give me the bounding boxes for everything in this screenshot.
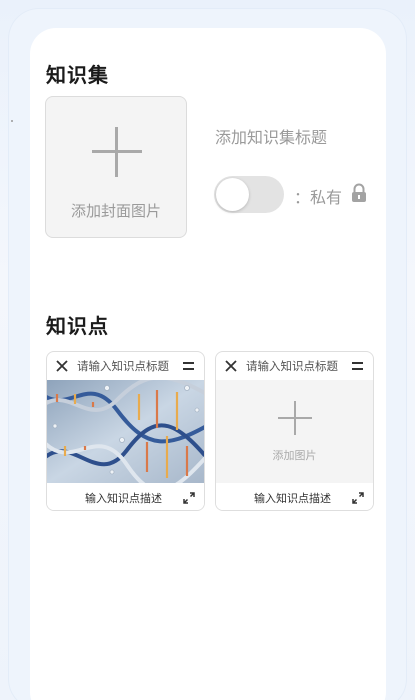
add-image-label: 添加图片 — [272, 449, 317, 462]
knowledge-point-card: 请输入知识点标题 添加图片 输入知识点描述 — [215, 351, 374, 511]
add-cover-button[interactable]: 添加封面图片 — [45, 96, 187, 238]
add-image-button[interactable]: 添加图片 — [216, 380, 373, 483]
privacy-toggle[interactable] — [214, 176, 284, 213]
set-title-input[interactable]: 添加知识集标题 — [215, 124, 327, 148]
knowledge-set-heading: 知识集 — [46, 63, 109, 87]
close-icon[interactable] — [225, 360, 237, 372]
card-header: 请输入知识点标题 — [47, 352, 204, 380]
knowledge-points-heading: 知识点 — [46, 314, 109, 338]
knowledge-point-card: 请输入知识点标题 输入知识点描述 — [46, 351, 205, 511]
drag-handle-icon[interactable] — [352, 362, 363, 371]
stray-dot — [11, 120, 13, 122]
privacy-text: 私有 — [310, 188, 343, 207]
add-cover-label: 添加封面图片 — [70, 202, 161, 220]
privacy-separator: ： — [294, 188, 311, 207]
toggle-knob — [216, 178, 249, 211]
expand-icon[interactable] — [352, 492, 364, 504]
lock-icon — [352, 183, 366, 202]
point-title-input[interactable]: 请输入知识点标题 — [77, 358, 169, 374]
plus-icon — [278, 401, 312, 435]
dna-image — [47, 375, 204, 493]
point-image[interactable] — [47, 375, 204, 493]
card-footer: 输入知识点描述 — [47, 483, 204, 510]
card-header: 请输入知识点标题 — [216, 352, 373, 380]
close-icon[interactable] — [56, 360, 68, 372]
point-desc-input[interactable]: 输入知识点描述 — [85, 490, 162, 506]
privacy-label: ：私有 — [294, 184, 342, 208]
point-desc-input[interactable]: 输入知识点描述 — [254, 490, 331, 506]
expand-icon[interactable] — [183, 492, 195, 504]
plus-icon — [92, 127, 142, 177]
card-footer: 输入知识点描述 — [216, 483, 373, 510]
point-title-input[interactable]: 请输入知识点标题 — [246, 358, 338, 374]
drag-handle-icon[interactable] — [183, 362, 194, 371]
